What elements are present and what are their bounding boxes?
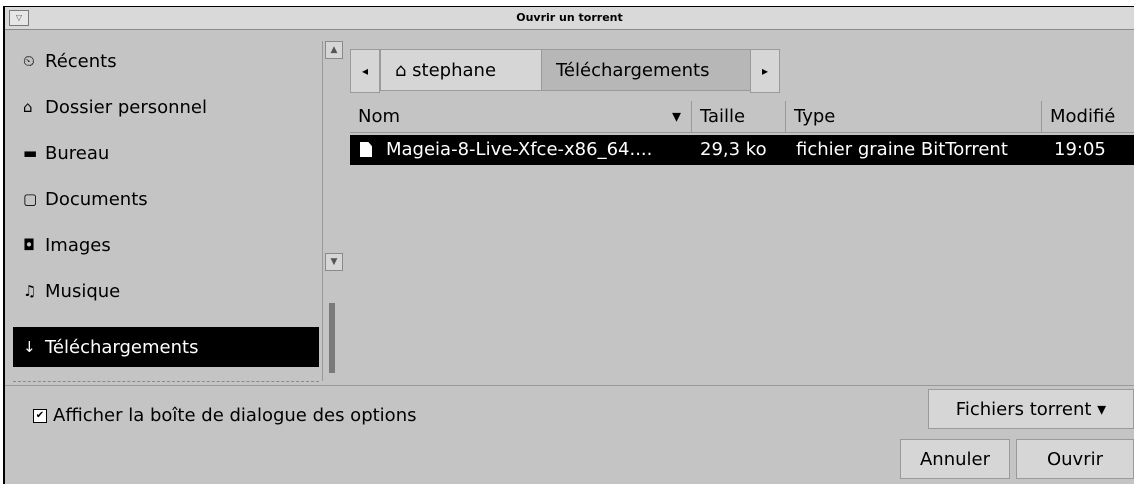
sidebar-item-label: Récents [45, 50, 117, 72]
cancel-button[interactable]: Annuler [900, 439, 1010, 479]
column-header-size[interactable]: Taille [692, 101, 786, 133]
footer-divider [5, 385, 1134, 386]
folder-icon: ▬ [23, 144, 38, 162]
column-header-name[interactable]: Nom ▾ [350, 101, 692, 133]
path-segment-label: Téléchargements [556, 60, 710, 81]
file-list: Nom ▾ Taille Type Modifié Mageia-8-Live-… [350, 101, 1134, 381]
sidebar-item-home[interactable]: ⌂ Dossier personnel [13, 87, 319, 127]
file-icon [360, 142, 372, 157]
checkbox-checked-icon: ✔ [33, 408, 47, 423]
column-header-type[interactable]: Type [786, 101, 1042, 133]
sidebar-item-documents[interactable]: ▢ Documents [13, 179, 319, 219]
file-type: fichier graine BitTorrent [796, 139, 1008, 160]
file-modified: 19:05 [1054, 139, 1106, 160]
sidebar-item-recents[interactable]: ⏲ Récents [13, 41, 319, 81]
open-torrent-dialog: ▽ Ouvrir un torrent ⏲ Récents ⌂ Dossier … [3, 6, 1134, 484]
column-header-label: Nom [358, 106, 401, 127]
sort-descending-icon: ▾ [671, 106, 681, 127]
column-header-modified[interactable]: Modifié [1042, 101, 1134, 133]
show-options-checkbox[interactable]: ✔ Afficher la boîte de dialogue des opti… [33, 405, 416, 426]
scroll-up-button[interactable]: ▲ [325, 41, 343, 59]
document-icon: ▢ [23, 190, 38, 208]
sidebar-item-label: Téléchargements [45, 336, 199, 358]
window-title: Ouvrir un torrent [516, 11, 623, 24]
path-segment-downloads[interactable]: Téléchargements [541, 49, 751, 91]
file-type-filter-dropdown[interactable]: Fichiers torrent ▾ [928, 389, 1134, 429]
filter-label: Fichiers torrent [955, 399, 1092, 420]
sidebar-item-desktop[interactable]: ▬ Bureau [13, 133, 319, 173]
column-header-label: Modifié [1050, 106, 1116, 127]
path-back-button[interactable]: ◂ [350, 49, 380, 93]
sidebar-item-downloads[interactable]: ↓ Téléchargements [13, 327, 319, 367]
music-icon: ♫ [23, 282, 37, 300]
path-forward-button[interactable]: ▸ [750, 49, 780, 93]
sidebar-item-label: Bureau [45, 142, 110, 164]
clock-icon: ⏲ [23, 52, 35, 70]
sidebar-item-label: Musique [45, 280, 121, 302]
file-size: 29,3 ko [700, 139, 767, 160]
sidebar-scrollbar[interactable]: ▲ ▼ [322, 41, 345, 381]
home-icon: ⌂ [395, 60, 407, 81]
table-row[interactable]: Mageia-8-Live-Xfce-x86_64.... 29,3 ko fi… [350, 135, 1134, 165]
scroll-down-button[interactable]: ▼ [325, 253, 343, 271]
column-header-label: Type [794, 106, 836, 127]
path-segment-home[interactable]: ⌂ stephane [380, 49, 542, 91]
column-header-label: Taille [700, 106, 746, 127]
file-name: Mageia-8-Live-Xfce-x86_64.... [386, 139, 653, 160]
sidebar-item-label: Documents [45, 188, 148, 210]
scroll-thumb[interactable] [329, 303, 335, 373]
sidebar-separator [13, 381, 319, 382]
sidebar-item-label: Dossier personnel [45, 96, 208, 118]
show-options-label: Afficher la boîte de dialogue des option… [53, 405, 417, 426]
sidebar-item-images[interactable]: ◘ Images [13, 225, 319, 265]
open-button[interactable]: Ouvrir [1016, 439, 1134, 479]
download-icon: ↓ [23, 338, 36, 356]
sidebar-item-music[interactable]: ♫ Musique [13, 271, 319, 311]
chevron-down-icon: ▾ [1097, 399, 1107, 420]
path-segment-label: stephane [412, 60, 497, 81]
places-sidebar: ⏲ Récents ⌂ Dossier personnel ▬ Bureau ▢… [13, 41, 319, 377]
home-icon: ⌂ [23, 98, 33, 116]
camera-icon: ◘ [23, 236, 35, 254]
sidebar-item-label: Images [45, 234, 111, 256]
titlebar[interactable]: ▽ Ouvrir un torrent [5, 7, 1134, 30]
